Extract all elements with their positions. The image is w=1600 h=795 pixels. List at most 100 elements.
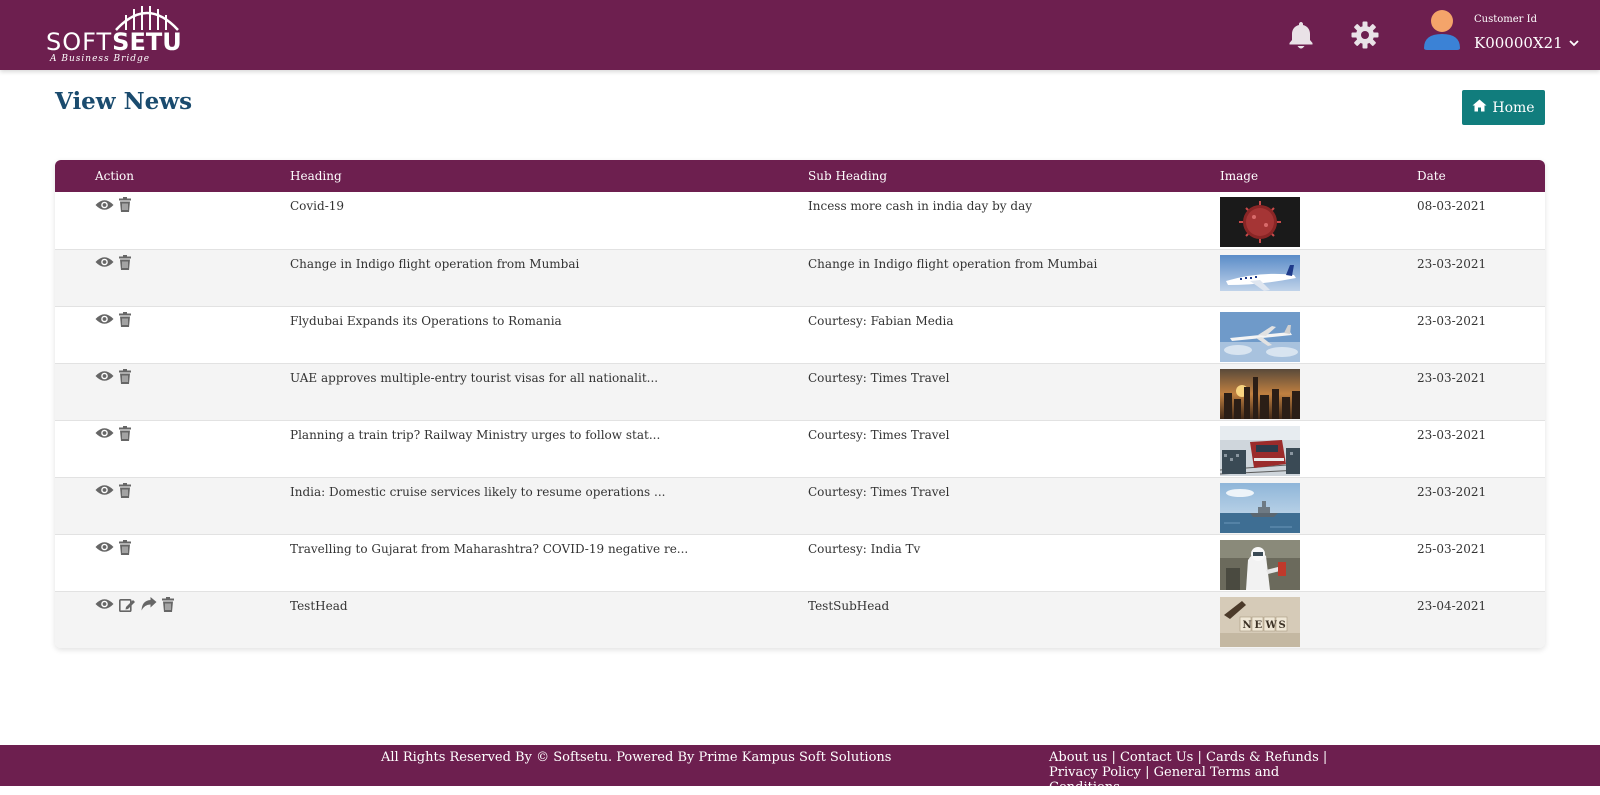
footer: All Rights Reserved By © Softsetu. Power… xyxy=(0,745,1600,795)
delete-icon[interactable] xyxy=(119,197,131,212)
customer-id-value: K00000X21 xyxy=(1474,34,1563,52)
delete-icon[interactable] xyxy=(119,368,131,384)
subheading-cell: Courtesy: India Tv xyxy=(808,541,921,556)
softsetu-logo[interactable]: SOFTSETU A Business Bridge xyxy=(46,2,186,66)
delete-icon[interactable] xyxy=(162,596,174,612)
column-header-image: Image xyxy=(1220,169,1259,183)
delete-icon[interactable] xyxy=(119,539,131,555)
home-button[interactable]: Home xyxy=(1462,90,1545,125)
row-actions xyxy=(95,254,290,270)
view-icon[interactable] xyxy=(95,199,114,211)
image-cell xyxy=(1220,363,1417,420)
svg-text:N: N xyxy=(1243,620,1252,631)
row-actions xyxy=(95,425,290,441)
view-icon[interactable] xyxy=(95,427,114,439)
page-title: View News xyxy=(55,88,193,115)
home-icon xyxy=(1472,99,1487,116)
image-cell xyxy=(1220,192,1417,249)
image-cell xyxy=(1220,420,1417,477)
svg-text:E: E xyxy=(1255,620,1263,631)
news-thumbnail-news-blocks[interactable]: NEWS xyxy=(1220,596,1300,647)
news-table-card: Action Heading Sub Heading Image Date Co… xyxy=(55,160,1545,648)
heading-cell: Planning a train trip? Railway Ministry … xyxy=(290,427,661,442)
delete-icon[interactable] xyxy=(119,482,131,498)
news-thumbnail-covid-test[interactable] xyxy=(1220,539,1300,590)
date-cell: 08-03-2021 xyxy=(1417,199,1487,213)
date-cell: 23-03-2021 xyxy=(1417,313,1487,328)
date-cell: 25-03-2021 xyxy=(1417,541,1487,556)
table-row: UAE approves multiple-entry tourist visa… xyxy=(55,363,1545,420)
table-header-row: Action Heading Sub Heading Image Date xyxy=(55,160,1545,192)
image-cell: NEWS xyxy=(1220,591,1417,648)
news-thumbnail-virus[interactable] xyxy=(1220,197,1300,247)
footer-links: About us | Contact Us | Cards & Refunds … xyxy=(1049,750,1328,795)
news-thumbnail-city-skyline[interactable] xyxy=(1220,368,1300,419)
subheading-cell: Courtesy: Times Travel xyxy=(808,370,950,385)
image-cell xyxy=(1220,249,1417,306)
user-avatar[interactable] xyxy=(1422,8,1462,50)
column-header-heading: Heading xyxy=(290,169,342,183)
subheading-cell: Courtesy: Times Travel xyxy=(808,427,950,442)
footer-copyright: All Rights Reserved By © Softsetu. Power… xyxy=(381,750,892,765)
action-cell xyxy=(55,363,290,420)
image-cell xyxy=(1220,306,1417,363)
date-cell: 23-04-2021 xyxy=(1417,598,1487,613)
view-icon[interactable] xyxy=(95,598,114,610)
subheading-cell: Change in Indigo flight operation from M… xyxy=(808,256,1098,271)
news-thumbnail-plane-sky[interactable] xyxy=(1220,311,1300,362)
row-actions xyxy=(95,482,290,498)
image-cell xyxy=(1220,534,1417,591)
view-icon[interactable] xyxy=(95,370,114,382)
table-row: India: Domestic cruise services likely t… xyxy=(55,477,1545,534)
share-icon[interactable] xyxy=(141,597,157,611)
column-header-action: Action xyxy=(95,169,134,183)
view-icon[interactable] xyxy=(95,313,114,325)
svg-text:S: S xyxy=(1279,620,1286,631)
action-cell xyxy=(55,420,290,477)
customer-id-label: Customer Id xyxy=(1474,14,1537,25)
heading-cell: Change in Indigo flight operation from M… xyxy=(290,256,580,271)
notification-bell-icon[interactable] xyxy=(1288,20,1314,50)
view-icon[interactable] xyxy=(95,541,114,553)
edit-icon[interactable] xyxy=(119,597,136,612)
heading-cell: TestHead xyxy=(290,598,348,613)
heading-cell: India: Domestic cruise services likely t… xyxy=(290,484,666,499)
footer-link-privacy[interactable]: Privacy Policy xyxy=(1049,765,1141,780)
action-cell xyxy=(55,192,290,249)
delete-icon[interactable] xyxy=(119,311,131,327)
chevron-down-icon xyxy=(1569,37,1579,50)
customer-id-dropdown[interactable]: K00000X21 xyxy=(1474,34,1579,52)
table-row: Covid-19 Incess more cash in india day by… xyxy=(55,192,1545,249)
view-icon[interactable] xyxy=(95,484,114,496)
brand-tagline: A Business Bridge xyxy=(50,54,151,64)
heading-cell: UAE approves multiple-entry tourist visa… xyxy=(290,370,659,385)
action-cell xyxy=(55,477,290,534)
news-table: Action Heading Sub Heading Image Date Co… xyxy=(55,160,1545,648)
home-button-label: Home xyxy=(1492,99,1535,116)
news-thumbnail-plane-indigo[interactable] xyxy=(1220,254,1300,305)
heading-cell: Flydubai Expands its Operations to Roman… xyxy=(290,313,562,328)
settings-gear-icon[interactable] xyxy=(1351,21,1379,49)
table-row: Travelling to Gujarat from Maharashtra? … xyxy=(55,534,1545,591)
row-actions xyxy=(95,596,290,612)
news-thumbnail-ship[interactable] xyxy=(1220,482,1300,533)
news-thumbnail-train[interactable] xyxy=(1220,425,1300,476)
heading-cell: Travelling to Gujarat from Maharashtra? … xyxy=(290,541,689,556)
row-actions xyxy=(95,368,290,384)
top-navbar: SOFTSETU A Business Bridge Customer Id K… xyxy=(0,0,1600,70)
footer-link-cards-refunds[interactable]: Cards & Refunds xyxy=(1206,750,1319,765)
subheading-cell: Incess more cash in india day by day xyxy=(808,199,1033,213)
subheading-cell: Courtesy: Fabian Media xyxy=(808,313,954,328)
column-header-subheading: Sub Heading xyxy=(808,169,888,183)
footer-link-contact[interactable]: Contact Us xyxy=(1120,750,1193,765)
delete-icon[interactable] xyxy=(119,425,131,441)
footer-link-about[interactable]: About us xyxy=(1049,750,1107,765)
image-cell xyxy=(1220,477,1417,534)
delete-icon[interactable] xyxy=(119,254,131,270)
row-actions xyxy=(95,539,290,555)
view-icon[interactable] xyxy=(95,256,114,268)
date-cell: 23-03-2021 xyxy=(1417,370,1487,385)
action-cell xyxy=(55,534,290,591)
column-header-date: Date xyxy=(1417,169,1446,183)
subheading-cell: TestSubHead xyxy=(808,598,890,613)
